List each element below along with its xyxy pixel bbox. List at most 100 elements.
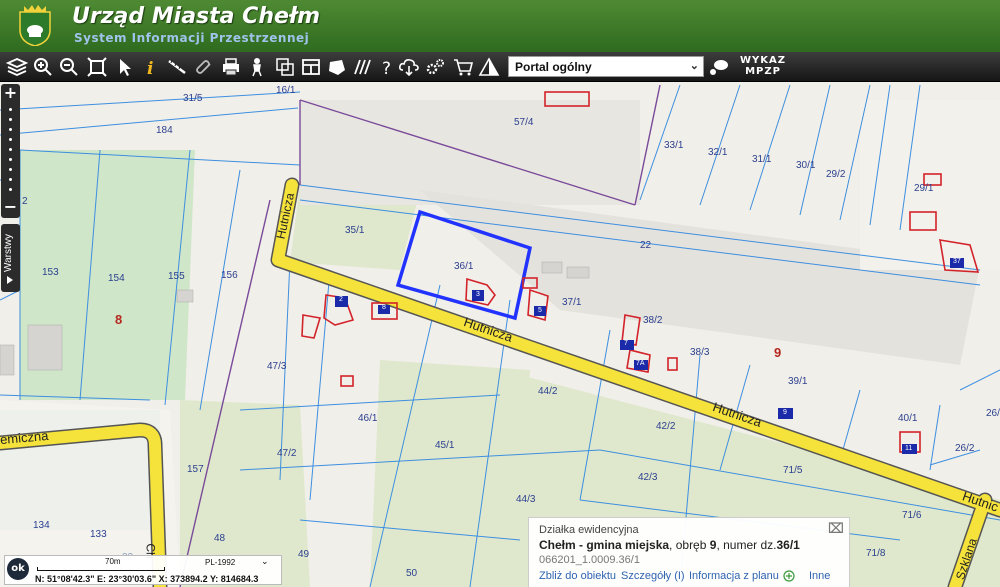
zoom-level-dot[interactable]	[9, 138, 12, 141]
parcel-label: 26/2	[955, 443, 975, 454]
cloud-download-icon[interactable]	[398, 56, 420, 78]
zoom-level-dot[interactable]	[9, 178, 12, 181]
zoom-level-dot[interactable]	[9, 118, 12, 121]
crs-select[interactable]: PL-1992	[205, 558, 235, 567]
layout-icon[interactable]	[300, 56, 322, 78]
parcel-label: 35/1	[345, 225, 365, 236]
zoom-in-button[interactable]: +	[1, 84, 20, 102]
parcel-label: 42/2	[656, 421, 676, 432]
parcel-label: 153	[42, 267, 59, 278]
shape-icon[interactable]	[326, 56, 348, 78]
link-icon[interactable]	[194, 56, 216, 78]
parcel-label: 134	[33, 520, 50, 531]
parcel-label: 38/3	[690, 347, 710, 358]
close-icon[interactable]: ⌧	[828, 521, 844, 537]
parcel-label: 33/1	[664, 140, 684, 151]
scale-bar	[37, 567, 165, 571]
building-number: 37	[953, 258, 961, 265]
building-number: 8	[382, 304, 386, 311]
parcel-info-popup: ⌧ Działka ewidencyjna Chełm - gmina miej…	[528, 517, 850, 587]
parcel-label: 46/1	[358, 413, 378, 424]
cart-icon[interactable]	[452, 56, 474, 78]
popup-sep-obreb: , obręb	[669, 538, 710, 552]
zoom-out-button[interactable]: −	[1, 198, 20, 216]
parcel-label: 47/2	[277, 448, 297, 459]
status-bar: ok 70m PL-1992 ⌄ N: 51°08'42.3" E: 23°30…	[4, 555, 282, 585]
warning-icon[interactable]	[478, 56, 500, 78]
parcel-label: 32/1	[708, 147, 728, 158]
pointer-icon[interactable]	[114, 56, 136, 78]
measure-icon[interactable]	[166, 56, 188, 78]
building-number: 3	[476, 291, 480, 298]
parcel-label: 42/3	[638, 472, 658, 483]
zoom-level-dot[interactable]	[9, 168, 12, 171]
parcel-label: 36/1	[454, 261, 474, 272]
parcel-label: 71/5	[783, 465, 803, 476]
parcel-label: 47/3	[267, 361, 287, 372]
parcel-label: 37/1	[562, 297, 582, 308]
gis-app: Urząd Miasta Chełm System Informacji Prz…	[0, 0, 1000, 587]
parcel-label: 45/1	[435, 440, 455, 451]
building-number: 9	[783, 409, 787, 416]
zoom-control: + −	[1, 84, 20, 218]
parcel-label: 154	[108, 273, 125, 284]
app-header: Urząd Miasta Chełm System Informacji Prz…	[0, 0, 1000, 52]
wykaz-mpzp-button[interactable]: WYKAZ MPZP	[738, 55, 788, 79]
zoom-level-dot[interactable]	[9, 188, 12, 191]
map-canvas[interactable]: Hutnicza Hutnicza Hutnicza emiczna Szkla…	[0, 82, 1000, 587]
precinct-label-8: 8	[115, 312, 123, 327]
parcel-label: 29/2	[826, 169, 846, 180]
parcel-label: 16/1	[276, 85, 296, 96]
parcel-label: 44/3	[516, 494, 536, 505]
parcel-label: 133	[90, 529, 107, 540]
zoom-level-dot[interactable]	[9, 158, 12, 161]
app-title: Urząd Miasta Chełm	[72, 4, 321, 29]
help-icon[interactable]: ?	[376, 56, 398, 79]
parcel-label: 184	[156, 125, 173, 136]
other-link[interactable]: Inne	[809, 570, 830, 582]
copy-icon[interactable]	[274, 56, 296, 78]
parcel-label: 155	[168, 271, 185, 282]
wykaz-label: WYKAZ	[739, 55, 786, 66]
zoom-level-dot[interactable]	[9, 148, 12, 151]
plan-info-link[interactable]: Informacja z planu	[689, 570, 779, 582]
chevron-right-icon	[7, 276, 13, 284]
chevron-down-icon[interactable]: ⌄	[261, 556, 269, 567]
info-icon[interactable]: i	[140, 56, 162, 79]
svg-text:?: ?	[382, 59, 391, 78]
pan-person-icon[interactable]	[246, 56, 268, 78]
parcel-label: 71/8	[866, 548, 886, 559]
zoom-extent-icon[interactable]	[86, 56, 108, 78]
popup-heading: Działka ewidencyjna	[539, 524, 639, 536]
details-link[interactable]: Szczegóły (I)	[621, 570, 685, 582]
building-number: 5	[538, 307, 542, 314]
plus-circle-icon[interactable]	[783, 570, 795, 582]
print-icon[interactable]	[220, 56, 242, 78]
parcel-label: 48	[214, 533, 226, 544]
ok-button[interactable]: ok	[7, 558, 29, 580]
layers-panel-tab[interactable]: Warstwy	[1, 224, 20, 292]
zoom-level-dot[interactable]	[9, 128, 12, 131]
popup-parcel-id: 066201_1.0009.36/1	[539, 554, 640, 566]
layers-icon[interactable]	[5, 56, 29, 78]
parcel-label: 49	[298, 549, 310, 560]
hatch-icon[interactable]	[352, 56, 374, 78]
parcel-label: 39/1	[788, 376, 808, 387]
coordinates-readout: N: 51°08'42.3" E: 23°30'03.6" X: 373894.…	[35, 574, 259, 584]
zoom-level-dot[interactable]	[9, 108, 12, 111]
zoom-to-object-link[interactable]: Zbliż do obiektu	[539, 570, 616, 582]
zoom-out-icon[interactable]	[58, 56, 80, 78]
zoom-in-icon[interactable]	[32, 56, 54, 78]
portal-select[interactable]: Portal ogólny ⌄	[508, 56, 704, 77]
parcel-label: 156	[221, 270, 238, 281]
speech-bubble-icon[interactable]	[708, 56, 730, 78]
building-number: 7	[624, 340, 628, 347]
parcel-label: 71/6	[902, 510, 922, 521]
parcel-label: 157	[187, 464, 204, 475]
popup-place: Chełm - gmina miejska	[539, 538, 670, 552]
city-crest-logo	[19, 5, 51, 46]
settings-icon[interactable]	[424, 56, 446, 78]
mpzp-label: MPZP	[745, 66, 781, 77]
parcel-label: 38/2	[643, 315, 663, 326]
parcel-label: 40/1	[898, 413, 918, 424]
